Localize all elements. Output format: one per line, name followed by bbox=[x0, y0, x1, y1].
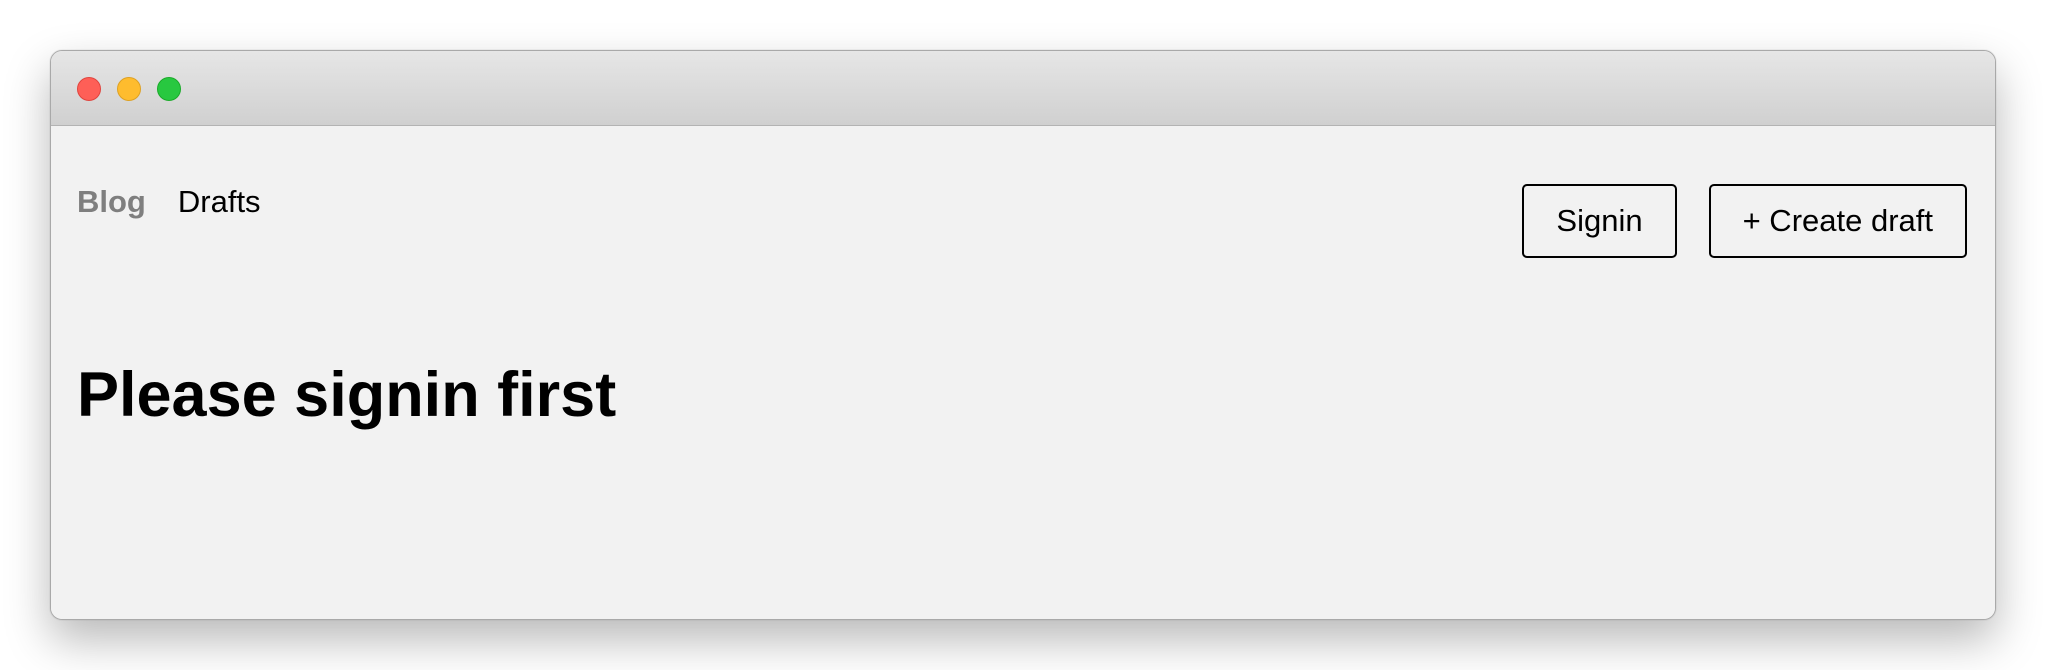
page-heading: Please signin first bbox=[77, 360, 617, 430]
blog-link[interactable]: Blog bbox=[77, 184, 146, 220]
zoom-window-button[interactable] bbox=[157, 77, 181, 101]
signin-button[interactable]: Signin bbox=[1522, 184, 1677, 258]
minimize-window-button[interactable] bbox=[117, 77, 141, 101]
main-nav: Blog Drafts bbox=[77, 180, 261, 224]
title-bar[interactable] bbox=[51, 51, 1995, 126]
close-window-button[interactable] bbox=[77, 77, 101, 101]
page-content: Blog Drafts Signin + Create draft Please… bbox=[51, 126, 1995, 619]
drafts-link[interactable]: Drafts bbox=[178, 184, 261, 220]
create-draft-button[interactable]: + Create draft bbox=[1708, 184, 1967, 258]
app-window: Blog Drafts Signin + Create draft Please… bbox=[50, 50, 1996, 620]
nav-actions: Signin + Create draft bbox=[1522, 184, 1967, 258]
